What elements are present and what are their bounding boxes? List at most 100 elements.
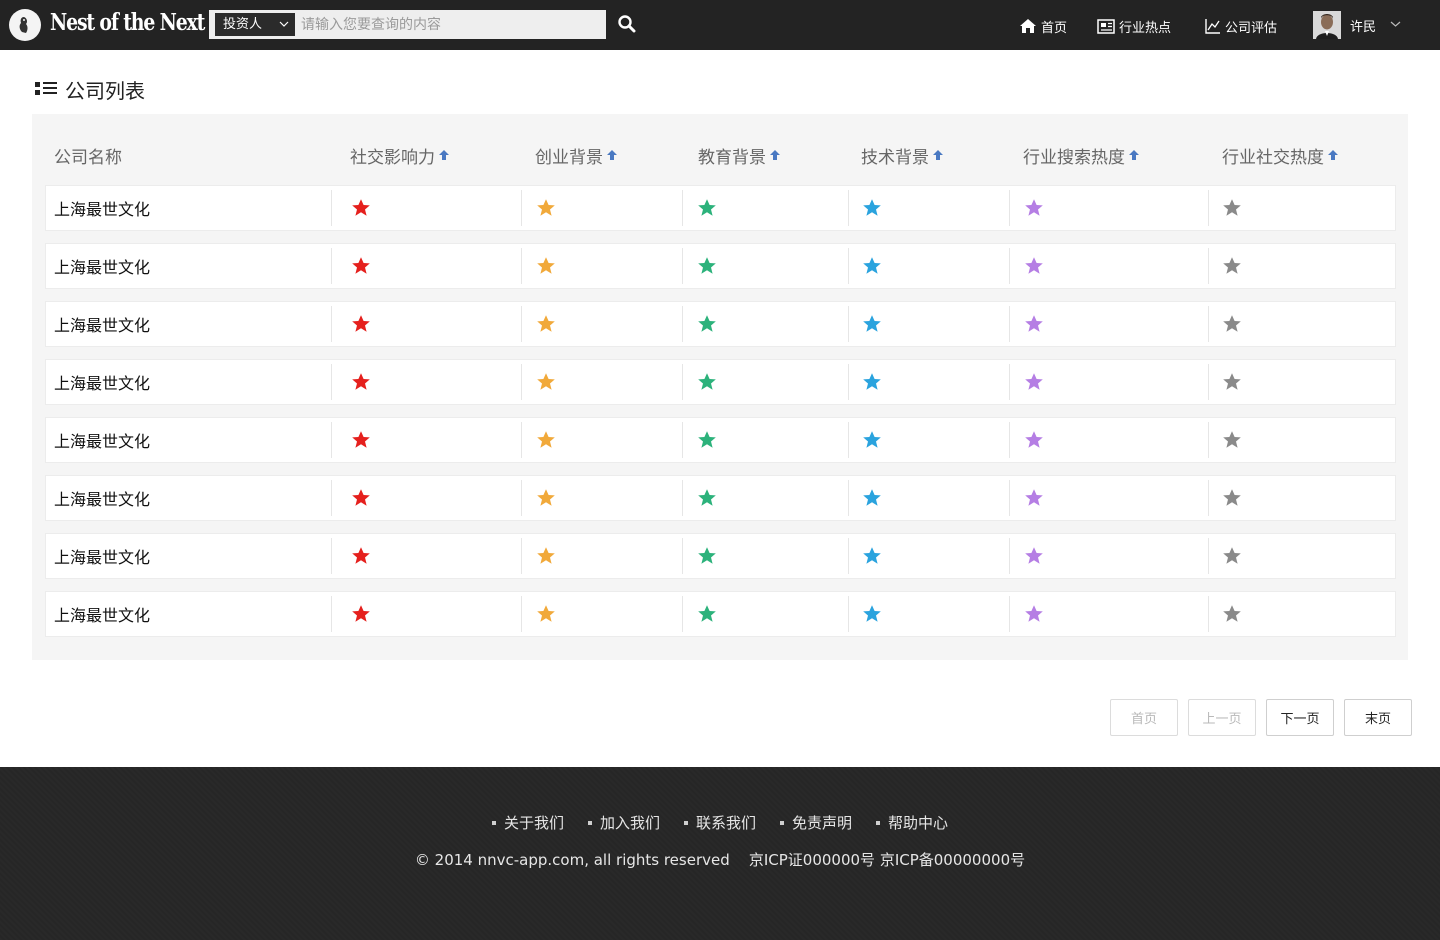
pagination-next-button[interactable]: 下一页	[1266, 699, 1334, 736]
table-row[interactable]: 上海最世文化	[45, 185, 1396, 231]
star-icon-startup-background	[537, 547, 555, 564]
avatar[interactable]	[1313, 11, 1341, 39]
star-icon-startup-background	[537, 489, 555, 506]
footer-link-disclaimer[interactable]: 免责声明	[780, 812, 852, 833]
table-row[interactable]: 上海最世文化	[45, 301, 1396, 347]
nav-home[interactable]: 首页	[1019, 16, 1067, 36]
footer-link-label: 联系我们	[695, 814, 756, 832]
star-icon-education-background	[698, 315, 716, 332]
company-name[interactable]: 上海最世文化	[54, 186, 150, 230]
pagination-last-button[interactable]: 末页	[1344, 699, 1412, 736]
star-icon-startup-background	[537, 199, 555, 216]
footer-link-join[interactable]: 加入我们	[587, 812, 660, 833]
table-row[interactable]: 上海最世文化	[45, 359, 1396, 405]
star-icon-startup-background	[537, 257, 555, 274]
bullet-icon	[683, 820, 688, 825]
cell-divider	[521, 422, 522, 458]
star-icon-tech-background	[863, 373, 881, 390]
cell-divider	[1009, 364, 1010, 400]
star-icon-tech-background	[863, 547, 881, 564]
logo-text[interactable]: Nest of the Next	[50, 9, 205, 36]
cell-divider	[521, 596, 522, 632]
cell-divider	[848, 538, 849, 574]
cell-divider	[848, 596, 849, 632]
search-category-label: 投资人	[223, 17, 263, 32]
table-row[interactable]: 上海最世文化	[45, 243, 1396, 289]
column-header-education-background[interactable]: 教育背景	[698, 142, 781, 168]
company-name[interactable]: 上海最世文化	[54, 302, 150, 346]
cell-divider	[848, 480, 849, 516]
table-row[interactable]: 上海最世文化	[45, 475, 1396, 521]
company-name[interactable]: 上海最世文化	[54, 244, 150, 288]
nav-industry-hot[interactable]: 行业热点	[1097, 16, 1171, 36]
column-header-tech-background[interactable]: 技术背景	[861, 142, 944, 168]
company-name[interactable]: 上海最世文化	[54, 418, 150, 462]
footer-link-help[interactable]: 帮助中心	[876, 812, 948, 833]
cell-divider	[682, 538, 683, 574]
column-header-industry-search-heat[interactable]: 行业搜索热度	[1023, 142, 1140, 168]
cell-divider	[1208, 596, 1209, 632]
column-header-startup-background[interactable]: 创业背景	[535, 142, 618, 168]
star-icon-education-background	[698, 547, 716, 564]
star-icon-startup-background	[537, 431, 555, 448]
nav-company-eval[interactable]: 公司评估	[1205, 16, 1277, 36]
search-category-select[interactable]: 投资人	[215, 13, 295, 36]
cell-divider	[682, 480, 683, 516]
pagination-prev-button[interactable]: 上一页	[1188, 699, 1256, 736]
sort-up-icon[interactable]	[1128, 149, 1140, 161]
column-header-label: 技术背景	[861, 147, 929, 168]
pagination-first-button[interactable]: 首页	[1110, 699, 1178, 736]
star-icon-tech-background	[863, 257, 881, 274]
company-name[interactable]: 上海最世文化	[54, 534, 150, 578]
search-icon[interactable]	[617, 14, 637, 34]
nav-company-eval-label: 公司评估	[1225, 20, 1278, 36]
star-icon-education-background	[698, 257, 716, 274]
sort-up-icon[interactable]	[438, 149, 450, 161]
sort-up-icon[interactable]	[769, 149, 781, 161]
cell-divider	[848, 190, 849, 226]
table-row[interactable]: 上海最世文化	[45, 591, 1396, 637]
company-name[interactable]: 上海最世文化	[54, 476, 150, 520]
cell-divider	[331, 306, 332, 342]
cell-divider	[848, 364, 849, 400]
column-header-label: 社交影响力	[350, 147, 435, 168]
chevron-down-icon[interactable]	[1390, 20, 1401, 28]
star-icon-tech-background	[863, 199, 881, 216]
logo-icon[interactable]	[9, 9, 41, 41]
table-row[interactable]: 上海最世文化	[45, 533, 1396, 579]
footer-link-contact[interactable]: 联系我们	[683, 812, 756, 833]
page-title-text: 公司列表	[65, 78, 145, 103]
top-bar: Nest of the Next 投资人 首页 行业热点 公司评估 许民	[0, 0, 1440, 50]
column-header-industry-social-heat[interactable]: 行业社交热度	[1222, 142, 1339, 168]
company-name[interactable]: 上海最世文化	[54, 360, 150, 404]
user-name[interactable]: 许民	[1350, 16, 1376, 35]
cell-divider	[682, 306, 683, 342]
bullet-icon	[491, 820, 496, 825]
bullet-icon	[876, 820, 881, 825]
company-name[interactable]: 上海最世文化	[54, 592, 150, 636]
sort-up-icon[interactable]	[606, 149, 618, 161]
nav-home-label: 首页	[1041, 20, 1068, 36]
footer-link-about[interactable]: 关于我们	[491, 812, 564, 833]
star-icon-social-influence	[352, 199, 370, 216]
copyright: © 2014 nnvc-app.com, all rights reserved…	[0, 849, 1440, 870]
cell-divider	[682, 190, 683, 226]
star-icon-industry-social-heat	[1223, 605, 1241, 622]
star-icon-industry-search-heat	[1025, 431, 1043, 448]
column-header-social-influence[interactable]: 社交影响力	[350, 142, 450, 168]
cell-divider	[521, 306, 522, 342]
footer-link-label: 免责声明	[792, 814, 853, 832]
star-icon-education-background	[698, 489, 716, 506]
cell-divider	[521, 480, 522, 516]
cell-divider	[521, 364, 522, 400]
cell-divider	[331, 248, 332, 284]
star-icon-social-influence	[352, 373, 370, 390]
sort-up-icon[interactable]	[1327, 149, 1339, 161]
sort-up-icon[interactable]	[932, 149, 944, 161]
line-chart-icon	[1205, 19, 1220, 34]
star-icon-industry-social-heat	[1223, 315, 1241, 332]
column-header-label: 公司名称	[54, 147, 122, 168]
table-row[interactable]: 上海最世文化	[45, 417, 1396, 463]
search-input[interactable]	[301, 13, 601, 36]
column-header-label: 创业背景	[535, 147, 603, 168]
